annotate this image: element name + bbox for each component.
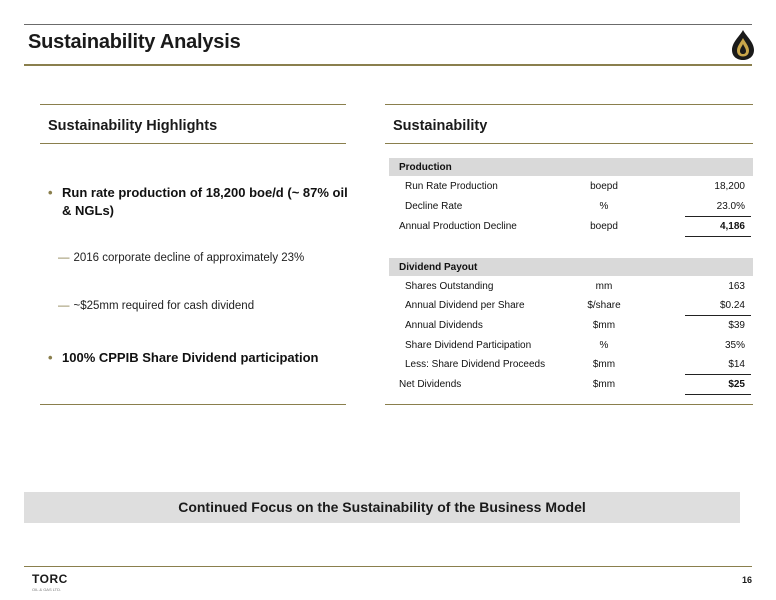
row-unit: %: [599, 201, 609, 212]
row-unit: mm: [595, 281, 613, 292]
sub-bullet-text: ~$25mm required for cash dividend: [73, 300, 255, 312]
sum-underline: [685, 374, 751, 375]
row-label: Decline Rate: [405, 201, 463, 212]
row-value: 23.0%: [716, 201, 745, 212]
row-value: 4,186: [719, 221, 745, 232]
row-label: Annual Dividend per Share: [405, 300, 525, 311]
bullet-dot-icon: •: [48, 350, 53, 365]
table-row: Less: Share Dividend Proceeds $mm $14: [389, 357, 753, 373]
row-unit: boepd: [590, 181, 618, 192]
row-label: Net Dividends: [399, 379, 462, 390]
bullet-dot-icon: •: [48, 185, 53, 200]
row-label: Annual Dividends: [405, 320, 483, 331]
total-underline: [685, 394, 751, 395]
row-value: $0.24: [719, 300, 745, 311]
left-mid-rule: [40, 143, 346, 144]
total-underline: [685, 236, 751, 237]
left-bottom-rule: [40, 404, 346, 405]
production-band: Production: [389, 158, 753, 176]
title-underline: [24, 64, 752, 66]
highlights-heading: Sustainability Highlights: [48, 118, 218, 134]
row-label: Shares Outstanding: [405, 281, 494, 292]
footer-divider: [24, 566, 752, 567]
right-mid-rule: [385, 143, 753, 144]
dividend-label: Dividend Payout: [399, 262, 478, 273]
dash-glyph: —: [58, 300, 70, 312]
table-row: Share Dividend Participation % 35%: [389, 338, 753, 354]
row-unit: $/share: [587, 300, 621, 311]
bullet-item: • Run rate production of 18,200 boe/d (~…: [48, 184, 348, 220]
banner-text: Continued Focus on the Sustainability of…: [178, 499, 586, 515]
sub-bullet-item: — ~$25mm required for cash dividend: [58, 300, 254, 312]
row-label: Less: Share Dividend Proceeds: [405, 359, 546, 370]
table-row: Annual Dividends $mm $39: [389, 318, 753, 334]
footer-tagline: OIL & GAS LTD.: [32, 587, 62, 592]
bullet-text: 100% CPPIB Share Dividend participation: [62, 350, 319, 365]
row-unit: %: [599, 340, 609, 351]
production-label: Production: [399, 162, 452, 173]
row-value: $25: [728, 379, 745, 390]
sum-underline: [685, 216, 751, 217]
row-label: Annual Production Decline: [399, 221, 517, 232]
row-value: 163: [728, 281, 745, 292]
page-number: 16: [742, 575, 753, 585]
table-row: Annual Production Decline boepd 4,186: [389, 219, 753, 235]
footer-logo: TORC: [32, 572, 68, 586]
row-value: 35%: [724, 340, 745, 351]
table-row: Run Rate Production boepd 18,200: [389, 179, 753, 195]
table-row: Annual Dividend per Share $/share $0.24: [389, 298, 753, 314]
row-value: $14: [728, 359, 745, 370]
row-label: Run Rate Production: [405, 181, 498, 192]
sub-bullet-text: 2016 corporate decline of approximately …: [73, 252, 305, 264]
sum-underline: [685, 315, 751, 316]
right-bottom-rule: [385, 404, 753, 405]
bullet-item: • 100% CPPIB Share Dividend participatio…: [48, 350, 348, 365]
right-top-rule: [385, 104, 753, 105]
left-top-rule: [40, 104, 346, 105]
row-unit: $mm: [592, 379, 616, 390]
oil-drop-logo-icon: [732, 30, 754, 60]
sustainability-heading: Sustainability: [393, 118, 488, 134]
sub-bullet-item: —2016 corporate decline of approximately…: [58, 252, 304, 264]
page-title: Sustainability Analysis: [28, 31, 241, 53]
table-row: Net Dividends $mm $25: [389, 377, 753, 393]
dash-glyph: —: [58, 252, 70, 264]
row-value: $39: [728, 320, 745, 331]
row-label: Share Dividend Participation: [405, 340, 532, 351]
row-unit: $mm: [592, 359, 616, 370]
conclusion-banner: Continued Focus on the Sustainability of…: [24, 492, 740, 523]
row-unit: boepd: [590, 221, 618, 232]
table-row: Shares Outstanding mm 163: [389, 279, 753, 295]
row-unit: $mm: [592, 320, 616, 331]
top-divider: [24, 24, 752, 25]
table-row: Decline Rate % 23.0%: [389, 199, 753, 215]
dividend-band: Dividend Payout: [389, 258, 753, 276]
row-value: 18,200: [714, 181, 745, 192]
bullet-text: Run rate production of 18,200 boe/d (~ 8…: [62, 185, 348, 218]
